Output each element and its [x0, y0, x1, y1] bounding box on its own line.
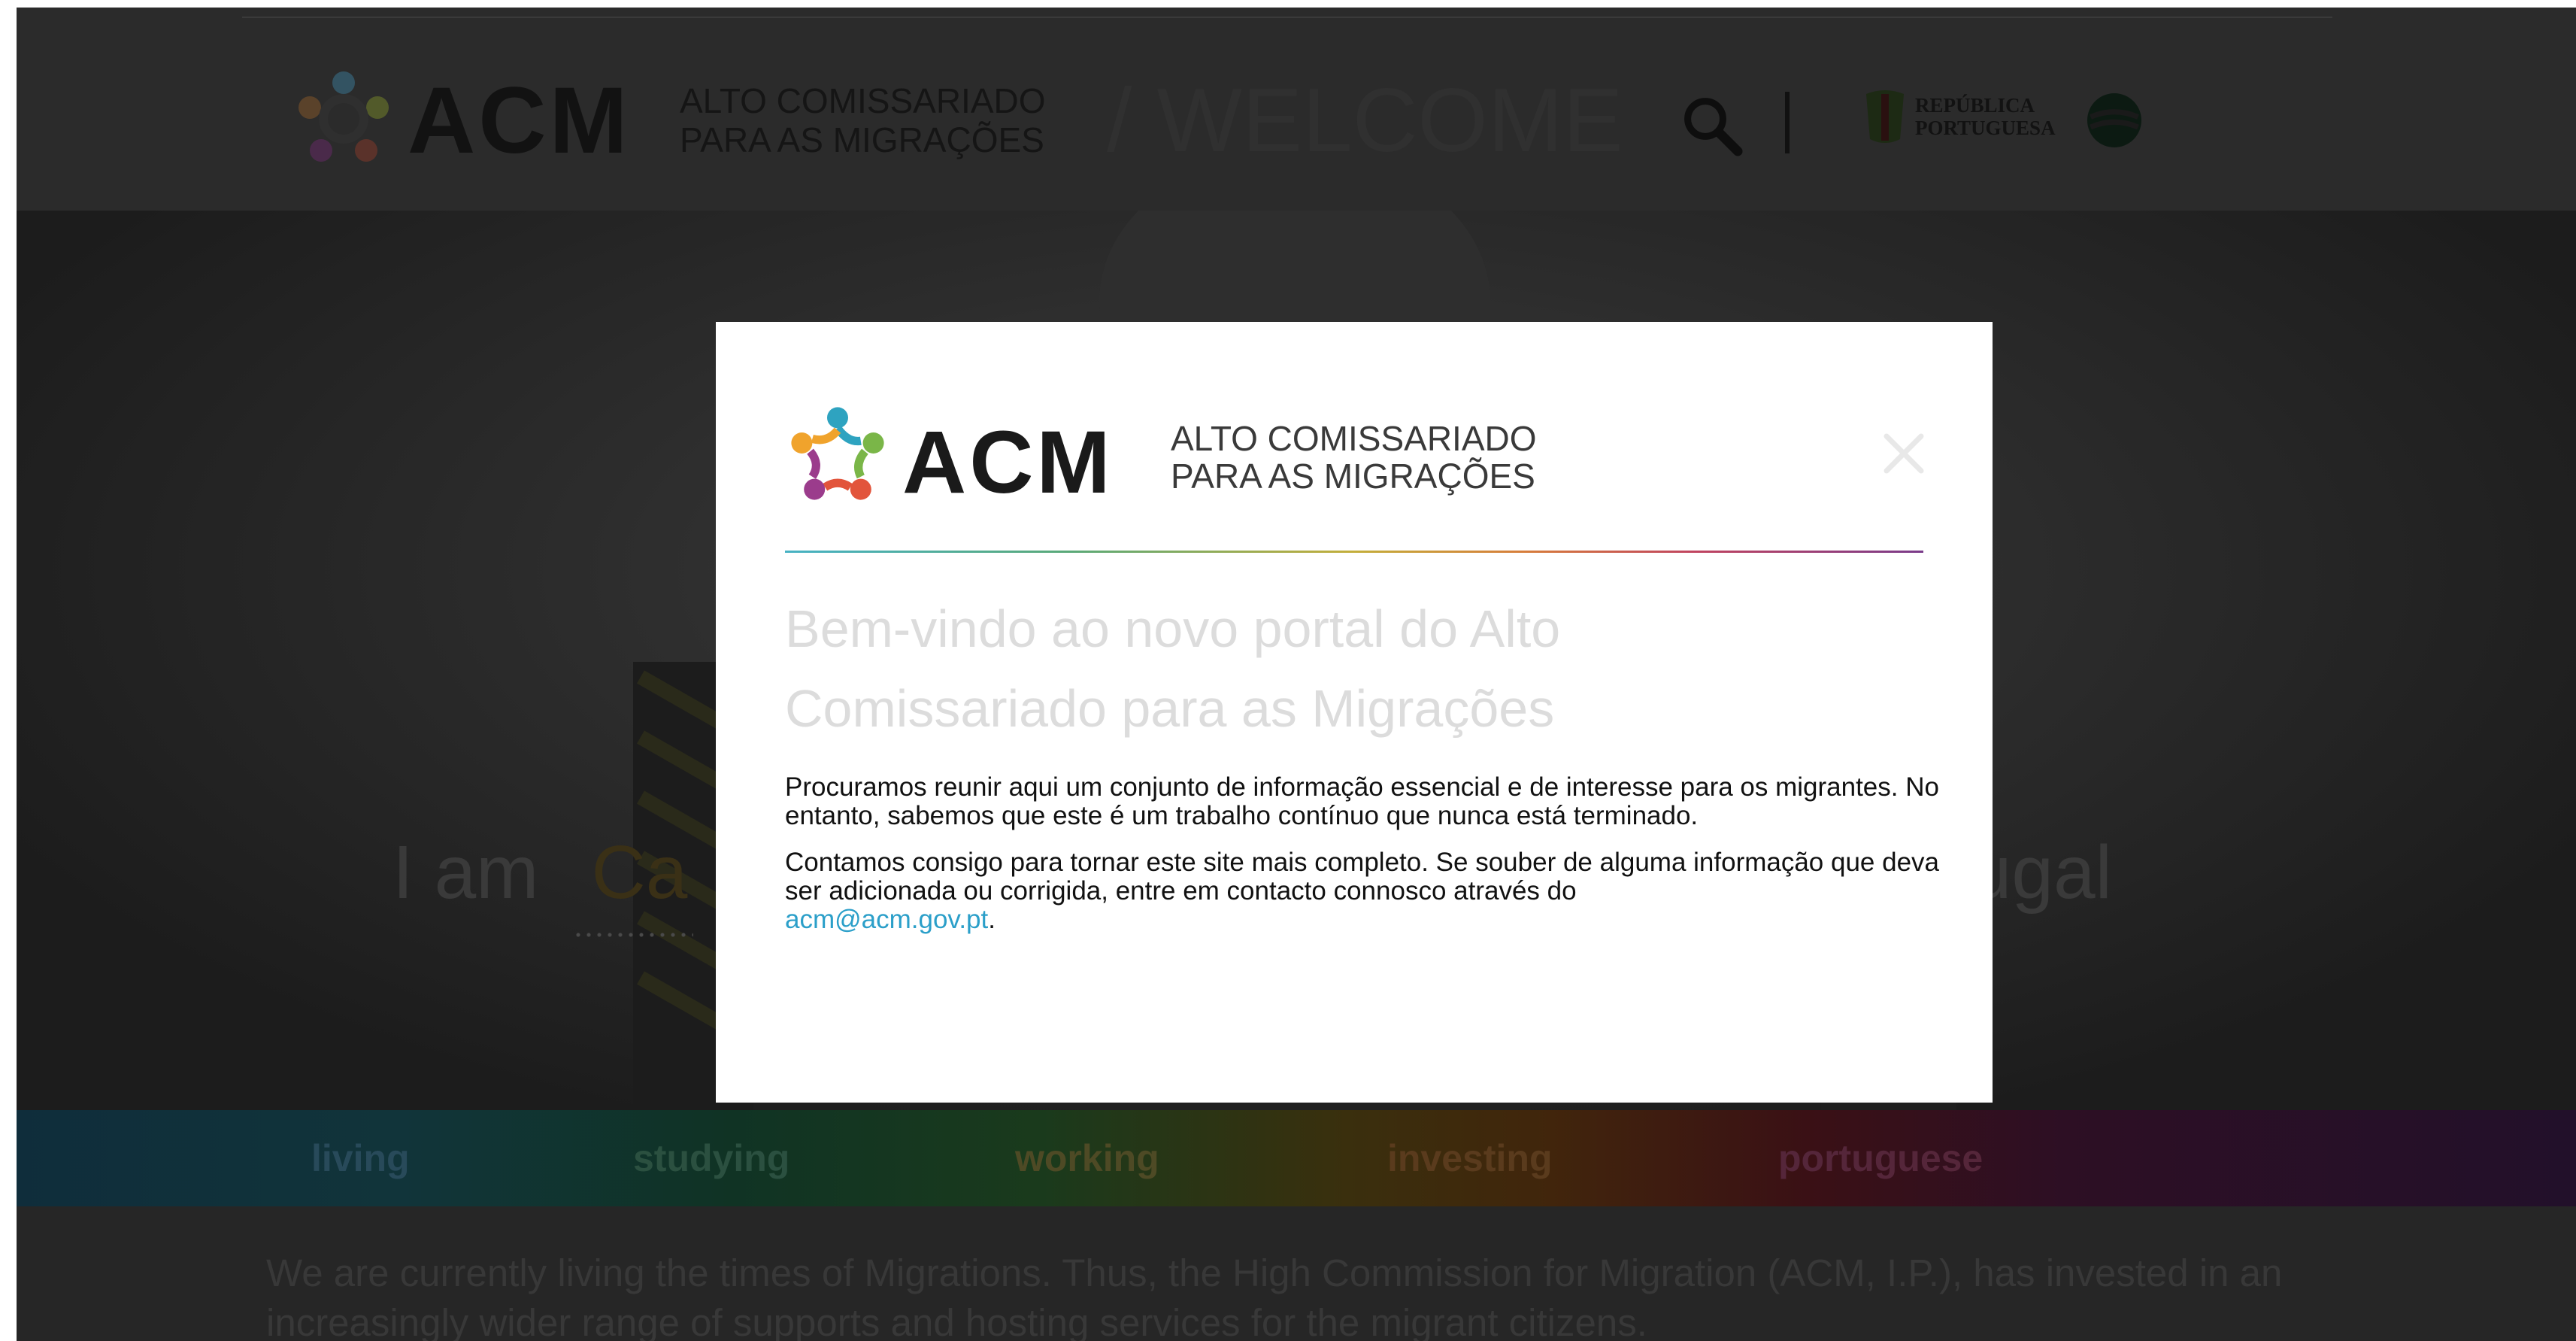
modal-paragraph-1: Procuramos reunir aqui um conjunto de in… [785, 772, 1939, 830]
site-header: ACM ALTO COMISSARIADO PARA AS MIGRAÇÕES … [17, 8, 2576, 211]
header-divider [1785, 92, 1790, 153]
header-org-name: ALTO COMISSARIADO PARA AS MIGRAÇÕES [680, 81, 1071, 159]
modal-org-name: ALTO COMISSARIADO PARA AS MIGRAÇÕES [1171, 420, 1562, 495]
modal-org-line1: ALTO COMISSARIADO [1171, 419, 1537, 458]
modal-paragraph-2-period: . [988, 905, 996, 934]
republica-line1: REPÚBLICA [1915, 94, 2035, 117]
page-title: / WELCOME [1107, 70, 1623, 171]
main-nav: living studying working investing portug… [17, 1110, 2576, 1206]
header-org-line2: PARA AS MIGRAÇÕES [680, 120, 1044, 159]
welcome-modal: ACM ALTO COMISSARIADO PARA AS MIGRAÇÕES … [716, 322, 1993, 1103]
republica-portuguesa-logo[interactable]: REPÚBLICA PORTUGUESA [1915, 94, 2056, 139]
modal-title: Bem-vindo ao novo portal do Alto Comissa… [785, 599, 1561, 738]
tab-investing[interactable]: investing [1387, 1136, 1552, 1181]
government-emblem-icon[interactable] [2080, 86, 2148, 154]
tab-living[interactable]: living [311, 1136, 410, 1181]
tab-working[interactable]: working [1015, 1136, 1159, 1181]
modal-paragraph-2-text: Contamos consigo para tornar este site m… [785, 848, 1940, 906]
header-org-line1: ALTO COMISSARIADO [680, 81, 1046, 120]
hero-word-2: Ca [591, 830, 688, 915]
header-acm-wordmark: ACM [408, 68, 631, 173]
intro-text: We are currently living the times of Mig… [266, 1251, 2283, 1341]
acm-logo-icon[interactable] [287, 60, 400, 173]
republica-line2: PORTUGUESA [1915, 117, 2056, 139]
hero-underline-dots [573, 933, 693, 937]
hero-word-1: I am [392, 830, 539, 915]
modal-acm-wordmark: ACM [902, 413, 1114, 512]
contact-email-link[interactable]: acm@acm.gov.pt [785, 905, 988, 934]
tab-portuguese[interactable]: portuguese [1778, 1136, 1983, 1181]
search-icon[interactable] [1678, 92, 1746, 159]
modal-gradient-divider [785, 551, 1923, 553]
republica-portuguesa-emblem-icon [1866, 90, 1904, 143]
acm-logo-icon [791, 407, 884, 500]
modal-paragraph-2: Contamos consigo para tornar este site m… [785, 848, 1943, 934]
tab-studying[interactable]: studying [633, 1136, 789, 1181]
close-icon[interactable] [1877, 427, 1930, 480]
header-top-rule [242, 17, 2332, 18]
modal-org-line2: PARA AS MIGRAÇÕES [1171, 457, 1535, 496]
